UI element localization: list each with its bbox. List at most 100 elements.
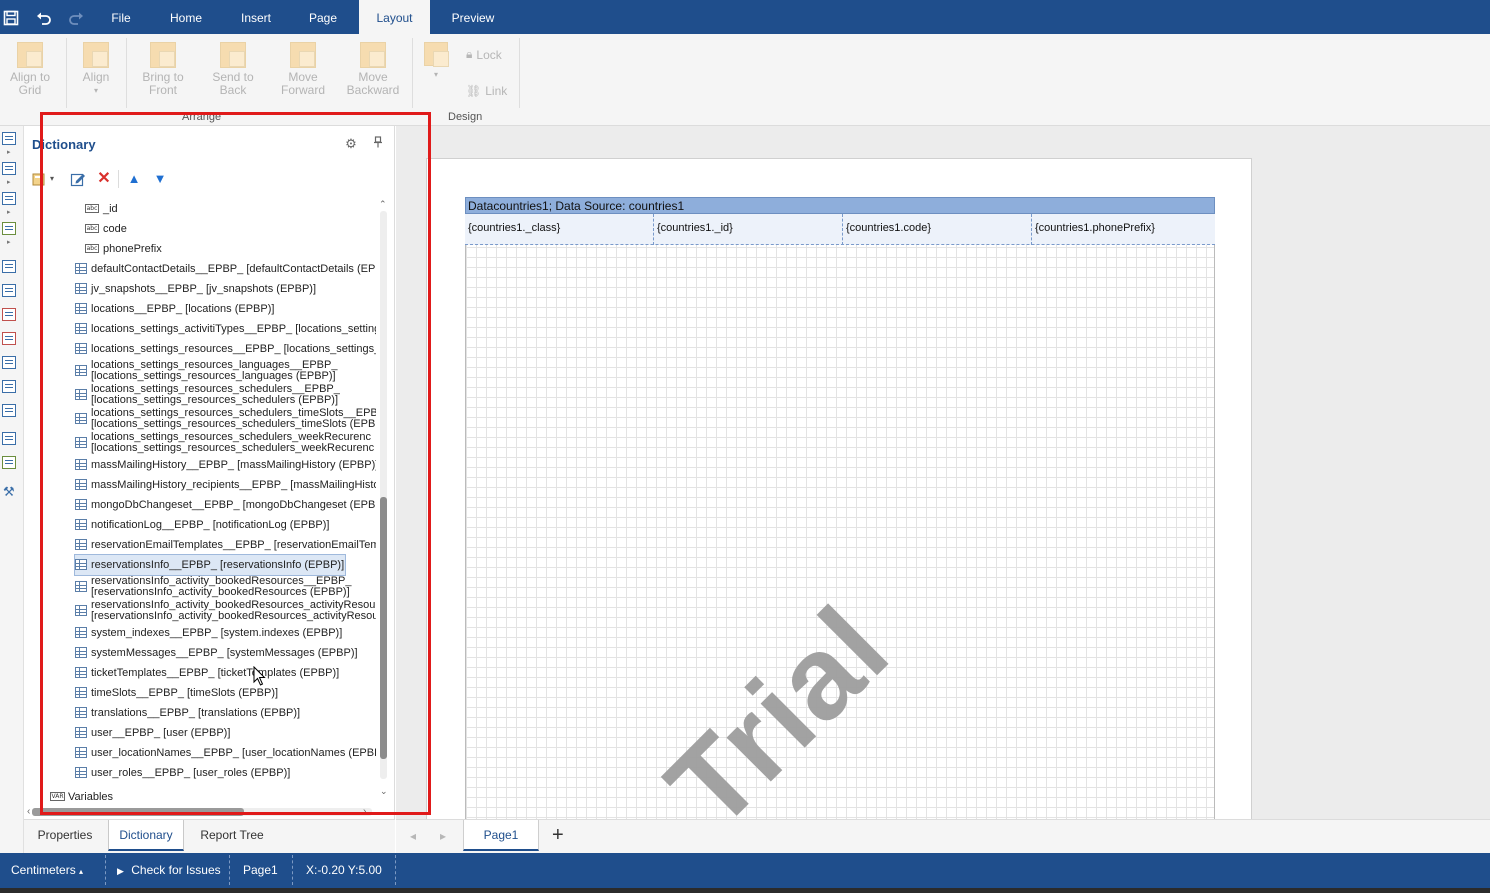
table-node[interactable]: user_locationNames__EPBP_ [user_location… xyxy=(75,743,376,763)
field-node[interactable]: abc _id xyxy=(85,199,365,219)
table-node[interactable]: locations_settings_resources_schedulers_… xyxy=(75,407,376,431)
bring-to-front-button[interactable]: Bring to Front xyxy=(136,42,190,97)
tab-properties[interactable]: Properties xyxy=(28,820,102,851)
units-dropdown[interactable]: Centimeters ▴ xyxy=(11,863,83,877)
pin-icon[interactable] xyxy=(370,136,386,152)
tab-insert[interactable]: Insert xyxy=(231,0,281,34)
tab-page1[interactable]: Page1 xyxy=(463,820,539,851)
chevron-right-icon[interactable]: ▸ xyxy=(7,238,11,246)
table-node[interactable]: timeSlots__EPBP_ [timeSlots (EPBP)] xyxy=(75,683,375,703)
save-icon[interactable] xyxy=(1,8,21,28)
move-up-icon[interactable]: ▲ xyxy=(126,171,142,187)
table-node[interactable]: defaultContactDetails__EPBP_ [defaultCon… xyxy=(75,259,376,279)
move-down-icon[interactable]: ▼ xyxy=(152,171,168,187)
tab-file[interactable]: File xyxy=(101,0,141,34)
table-node[interactable]: user__EPBP_ [user (EPBP)] xyxy=(75,723,375,743)
image-icon[interactable] xyxy=(2,456,16,469)
table-node[interactable]: mongoDbChangeset__EPBP_ [mongoDbChangese… xyxy=(75,495,376,515)
field-node[interactable]: abc code xyxy=(85,219,365,239)
chevron-right-icon[interactable]: ▸ xyxy=(7,208,11,216)
table-node[interactable]: massMailingHistory__EPBP_ [massMailingHi… xyxy=(75,455,376,475)
data-band-icon[interactable] xyxy=(2,192,16,205)
scrollbar-thumb[interactable] xyxy=(32,808,244,816)
text-cell-class[interactable]: {countries1._class} xyxy=(465,214,654,245)
panel-icon[interactable] xyxy=(2,356,16,369)
panel-tabs: Properties Dictionary Report Tree xyxy=(24,819,395,853)
header-band-icon[interactable] xyxy=(2,162,16,175)
report-page[interactable]: {countries1._class} {countries1._id} {co… xyxy=(426,158,1252,819)
tab-report-tree[interactable]: Report Tree xyxy=(190,820,274,851)
tab-preview[interactable]: Preview xyxy=(443,0,503,34)
move-forward-button[interactable]: Move Forward xyxy=(276,42,330,97)
table-node[interactable]: reservationsInfo__EPBP_ [reservationsInf… xyxy=(74,554,346,576)
table-node[interactable]: reservationsInfo_activity_bookedResource… xyxy=(75,599,376,623)
tab-page[interactable]: Page xyxy=(298,0,348,34)
data-band[interactable]: {countries1._class} {countries1._id} {co… xyxy=(465,214,1215,245)
edit-icon[interactable] xyxy=(70,171,86,187)
add-page-button[interactable]: + xyxy=(552,824,564,847)
table-node[interactable]: locations_settings_resources__EPBP_ [loc… xyxy=(75,339,376,359)
horizontal-scrollbar[interactable] xyxy=(32,808,372,816)
table-node[interactable]: ticketTemplates__EPBP_ [ticketTemplates … xyxy=(75,663,375,683)
size-button[interactable]: Size ▾ xyxy=(418,42,454,81)
tab-dictionary[interactable]: Dictionary xyxy=(108,820,184,851)
gear-icon[interactable]: ⚙︎ xyxy=(343,136,359,152)
align-to-grid-button[interactable]: Align to Grid xyxy=(4,42,56,97)
chevron-right-icon[interactable]: ▸ xyxy=(7,178,11,186)
text-cell-phone-prefix[interactable]: {countries1.phonePrefix} xyxy=(1032,214,1215,245)
undo-icon[interactable] xyxy=(34,8,54,28)
data-band-header[interactable]: Datacountries1; Data Source: countries1 xyxy=(465,197,1215,214)
table-node[interactable]: locations_settings_resources_schedulers_… xyxy=(75,383,375,407)
tab-layout[interactable]: Layout xyxy=(359,0,430,34)
vertical-scrollbar[interactable]: ⌃ xyxy=(378,199,388,791)
table-node[interactable]: notificationLog__EPBP_ [notificationLog … xyxy=(75,515,375,535)
delete-icon[interactable]: ✕ xyxy=(96,171,112,187)
scroll-left-icon[interactable]: ‹ xyxy=(27,806,30,817)
text-cell-id[interactable]: {countries1._id} xyxy=(654,214,843,245)
move-backward-button[interactable]: Move Backward xyxy=(344,42,402,97)
table-node[interactable]: jv_snapshots__EPBP_ [jv_snapshots (EPBP)… xyxy=(75,279,375,299)
scrollbar-thumb[interactable] xyxy=(380,497,387,759)
table-node[interactable]: systemMessages__EPBP_ [systemMessages (E… xyxy=(75,643,375,663)
check-for-issues-button[interactable]: ▶ Check for Issues xyxy=(117,863,221,877)
new-item-icon[interactable] xyxy=(32,171,48,187)
report-canvas[interactable]: {countries1._class} {countries1._id} {co… xyxy=(396,126,1490,819)
text-component-icon[interactable] xyxy=(2,260,16,273)
text-cell-code[interactable]: {countries1.code} xyxy=(843,214,1032,245)
chevron-down-icon: ▾ xyxy=(433,70,438,79)
table-node[interactable]: locations__EPBP_ [locations (EPBP)] xyxy=(75,299,375,319)
subreport-icon[interactable] xyxy=(2,380,16,393)
prev-page-icon[interactable]: ◂ xyxy=(410,829,416,843)
table-icon[interactable] xyxy=(2,404,16,417)
send-to-back-button[interactable]: Send to Back xyxy=(206,42,260,97)
tools-icon[interactable]: ⚒︎ xyxy=(3,484,15,500)
lock-button[interactable]: 🔒︎ Lock xyxy=(466,47,502,62)
text-in-cells-icon[interactable] xyxy=(2,284,16,297)
variables-node[interactable]: VAR Variables xyxy=(50,787,250,807)
table-node[interactable]: locations_settings_resources_schedulers_… xyxy=(75,431,375,455)
align-button[interactable]: Align ▾ xyxy=(74,42,118,97)
next-page-icon[interactable]: ▸ xyxy=(440,829,446,843)
label-icon[interactable] xyxy=(2,332,16,345)
chevron-down-icon[interactable]: ▾ xyxy=(48,171,56,187)
redo-icon[interactable] xyxy=(66,8,86,28)
chevron-right-icon[interactable]: ▸ xyxy=(7,148,11,156)
link-button[interactable]: ⛓︎ Link xyxy=(466,84,507,98)
scroll-up-icon[interactable]: ⌃ xyxy=(379,199,387,210)
table-node[interactable]: user_roles__EPBP_ [user_roles (EPBP)] xyxy=(75,763,375,783)
table-node[interactable]: reservationsInfo_activity_bookedResource… xyxy=(75,575,375,599)
table-node[interactable]: reservationEmailTemplates__EPBP_ [reserv… xyxy=(75,535,376,555)
report-title-band-icon[interactable] xyxy=(2,132,16,145)
tab-home[interactable]: Home xyxy=(161,0,211,34)
field-node[interactable]: abc phonePrefix xyxy=(85,239,365,259)
text-box-icon[interactable] xyxy=(2,432,16,445)
table-node[interactable]: locations_settings_resources_languages__… xyxy=(75,359,375,383)
table-node[interactable]: massMailingHistory_recipients__EPBP_ [ma… xyxy=(75,475,376,495)
table-node[interactable]: system_indexes__EPBP_ [system.indexes (E… xyxy=(75,623,375,643)
scroll-right-icon[interactable]: › xyxy=(363,806,366,817)
table-node[interactable]: translations__EPBP_ [translations (EPBP)… xyxy=(75,703,375,723)
rich-text-icon[interactable] xyxy=(2,308,16,321)
table-node[interactable]: locations_settings_activitiTypes__EPBP_ … xyxy=(75,319,376,339)
image-band-icon[interactable] xyxy=(2,222,16,235)
scroll-down-icon[interactable]: ⌄ xyxy=(380,786,388,797)
